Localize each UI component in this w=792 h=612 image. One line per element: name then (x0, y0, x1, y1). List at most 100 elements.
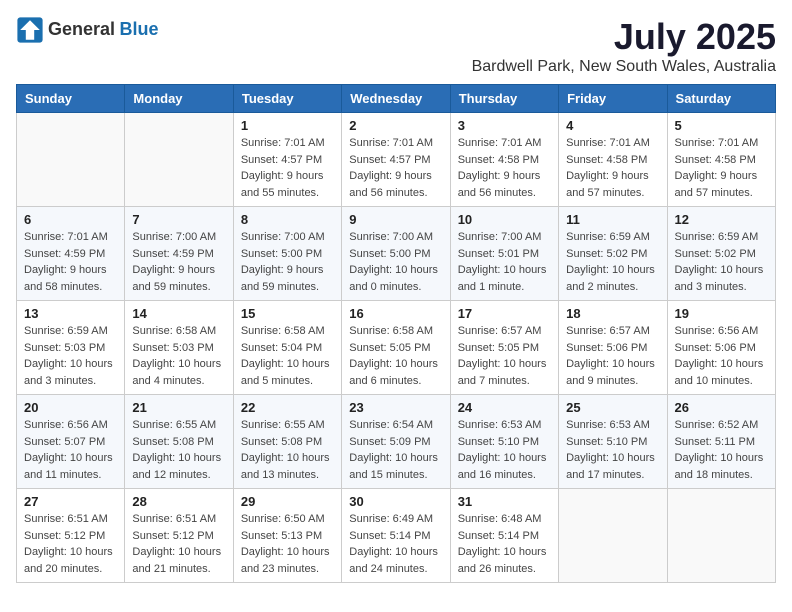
calendar-cell: 5 Sunrise: 7:01 AM Sunset: 4:58 PM Daylig… (667, 113, 775, 207)
calendar-cell: 20Sunrise: 6:56 AM Sunset: 5:07 PM Dayli… (17, 395, 125, 489)
calendar-week-row: 1 Sunrise: 7:01 AM Sunset: 4:57 PM Daylig… (17, 113, 776, 207)
day-info: Sunrise: 7:00 AM Sunset: 5:00 PM Dayligh… (241, 229, 334, 295)
calendar-cell: 4 Sunrise: 7:01 AM Sunset: 4:58 PM Daylig… (559, 113, 667, 207)
calendar-cell: 7 Sunrise: 7:00 AM Sunset: 4:59 PM Daylig… (125, 207, 233, 301)
logo: General Blue (16, 16, 159, 44)
day-number: 21 (132, 400, 225, 415)
calendar-cell: 24Sunrise: 6:53 AM Sunset: 5:10 PM Dayli… (450, 395, 558, 489)
calendar-week-row: 13 Sunrise: 6:59 AM Sunset: 5:03 PM Dayli… (17, 301, 776, 395)
day-info: Sunrise: 6:59 AM Sunset: 5:03 PM Dayligh… (24, 323, 117, 389)
day-info: Sunrise: 6:59 AM Sunset: 5:02 PM Dayligh… (566, 229, 659, 295)
day-number: 14 (132, 306, 225, 321)
calendar-cell (17, 113, 125, 207)
calendar-cell: 28Sunrise: 6:51 AM Sunset: 5:12 PM Dayli… (125, 489, 233, 583)
day-info: Sunrise: 7:01 AM Sunset: 4:58 PM Dayligh… (566, 135, 659, 201)
day-info: Sunrise: 6:57 AM Sunset: 5:05 PM Dayligh… (458, 323, 551, 389)
day-info: Sunrise: 7:01 AM Sunset: 4:57 PM Dayligh… (241, 135, 334, 201)
day-info: Sunrise: 6:56 AM Sunset: 5:07 PM Dayligh… (24, 417, 117, 483)
day-number: 6 (24, 212, 117, 227)
day-number: 25 (566, 400, 659, 415)
calendar-cell: 15Sunrise: 6:58 AM Sunset: 5:04 PM Dayli… (233, 301, 341, 395)
calendar-cell: 26Sunrise: 6:52 AM Sunset: 5:11 PM Dayli… (667, 395, 775, 489)
calendar-cell: 16Sunrise: 6:58 AM Sunset: 5:05 PM Dayli… (342, 301, 450, 395)
day-number: 18 (566, 306, 659, 321)
day-info: Sunrise: 6:54 AM Sunset: 5:09 PM Dayligh… (349, 417, 442, 483)
calendar-cell: 10 Sunrise: 7:00 AM Sunset: 5:01 PM Dayli… (450, 207, 558, 301)
calendar-week-row: 20Sunrise: 6:56 AM Sunset: 5:07 PM Dayli… (17, 395, 776, 489)
day-info: Sunrise: 7:00 AM Sunset: 4:59 PM Dayligh… (132, 229, 225, 295)
calendar-header-sunday: Sunday (17, 85, 125, 113)
day-number: 31 (458, 494, 551, 509)
calendar-header-saturday: Saturday (667, 85, 775, 113)
day-number: 24 (458, 400, 551, 415)
calendar-cell: 1 Sunrise: 7:01 AM Sunset: 4:57 PM Daylig… (233, 113, 341, 207)
calendar-table: SundayMondayTuesdayWednesdayThursdayFrid… (16, 84, 776, 583)
day-info: Sunrise: 6:50 AM Sunset: 5:13 PM Dayligh… (241, 511, 334, 577)
day-info: Sunrise: 6:52 AM Sunset: 5:11 PM Dayligh… (675, 417, 768, 483)
day-info: Sunrise: 6:58 AM Sunset: 5:03 PM Dayligh… (132, 323, 225, 389)
calendar-cell: 2 Sunrise: 7:01 AM Sunset: 4:57 PM Daylig… (342, 113, 450, 207)
day-info: Sunrise: 7:01 AM Sunset: 4:57 PM Dayligh… (349, 135, 442, 201)
page-header: General Blue July 2025 Bardwell Park, Ne… (16, 16, 776, 76)
calendar-cell: 8 Sunrise: 7:00 AM Sunset: 5:00 PM Daylig… (233, 207, 341, 301)
logo-general: General (48, 19, 115, 39)
day-number: 11 (566, 212, 659, 227)
day-info: Sunrise: 6:56 AM Sunset: 5:06 PM Dayligh… (675, 323, 768, 389)
day-number: 23 (349, 400, 442, 415)
day-number: 7 (132, 212, 225, 227)
day-number: 16 (349, 306, 442, 321)
day-number: 10 (458, 212, 551, 227)
calendar-header-wednesday: Wednesday (342, 85, 450, 113)
calendar-cell: 30 Sunrise: 6:49 AM Sunset: 5:14 PM Dayli… (342, 489, 450, 583)
day-info: Sunrise: 6:51 AM Sunset: 5:12 PM Dayligh… (24, 511, 117, 577)
day-number: 15 (241, 306, 334, 321)
day-info: Sunrise: 7:00 AM Sunset: 5:01 PM Dayligh… (458, 229, 551, 295)
day-number: 13 (24, 306, 117, 321)
day-info: Sunrise: 6:51 AM Sunset: 5:12 PM Dayligh… (132, 511, 225, 577)
day-info: Sunrise: 7:00 AM Sunset: 5:00 PM Dayligh… (349, 229, 442, 295)
day-info: Sunrise: 6:55 AM Sunset: 5:08 PM Dayligh… (241, 417, 334, 483)
calendar-cell: 6Sunrise: 7:01 AM Sunset: 4:59 PM Daylig… (17, 207, 125, 301)
calendar-cell (125, 113, 233, 207)
logo-text: General Blue (48, 20, 159, 40)
day-info: Sunrise: 6:53 AM Sunset: 5:10 PM Dayligh… (566, 417, 659, 483)
calendar-cell: 21 Sunrise: 6:55 AM Sunset: 5:08 PM Dayli… (125, 395, 233, 489)
calendar-header-tuesday: Tuesday (233, 85, 341, 113)
calendar-cell: 18 Sunrise: 6:57 AM Sunset: 5:06 PM Dayli… (559, 301, 667, 395)
day-info: Sunrise: 6:57 AM Sunset: 5:06 PM Dayligh… (566, 323, 659, 389)
calendar-cell: 14 Sunrise: 6:58 AM Sunset: 5:03 PM Dayli… (125, 301, 233, 395)
calendar-header-friday: Friday (559, 85, 667, 113)
calendar-cell: 12 Sunrise: 6:59 AM Sunset: 5:02 PM Dayli… (667, 207, 775, 301)
calendar-cell: 22Sunrise: 6:55 AM Sunset: 5:08 PM Dayli… (233, 395, 341, 489)
day-number: 8 (241, 212, 334, 227)
calendar-header-row: SundayMondayTuesdayWednesdayThursdayFrid… (17, 85, 776, 113)
calendar-header-thursday: Thursday (450, 85, 558, 113)
day-number: 3 (458, 118, 551, 133)
calendar-cell: 31 Sunrise: 6:48 AM Sunset: 5:14 PM Dayli… (450, 489, 558, 583)
location-title: Bardwell Park, New South Wales, Australi… (472, 58, 776, 76)
day-number: 30 (349, 494, 442, 509)
day-info: Sunrise: 6:49 AM Sunset: 5:14 PM Dayligh… (349, 511, 442, 577)
day-number: 29 (241, 494, 334, 509)
day-info: Sunrise: 6:59 AM Sunset: 5:02 PM Dayligh… (675, 229, 768, 295)
calendar-cell: 25 Sunrise: 6:53 AM Sunset: 5:10 PM Dayli… (559, 395, 667, 489)
logo-blue: Blue (120, 19, 159, 39)
day-info: Sunrise: 6:55 AM Sunset: 5:08 PM Dayligh… (132, 417, 225, 483)
calendar-cell (559, 489, 667, 583)
day-number: 5 (675, 118, 768, 133)
day-info: Sunrise: 6:48 AM Sunset: 5:14 PM Dayligh… (458, 511, 551, 577)
day-number: 2 (349, 118, 442, 133)
calendar-cell: 17 Sunrise: 6:57 AM Sunset: 5:05 PM Dayli… (450, 301, 558, 395)
day-number: 12 (675, 212, 768, 227)
calendar-header-monday: Monday (125, 85, 233, 113)
day-number: 1 (241, 118, 334, 133)
calendar-cell: 29 Sunrise: 6:50 AM Sunset: 5:13 PM Dayli… (233, 489, 341, 583)
day-number: 9 (349, 212, 442, 227)
calendar-week-row: 27Sunrise: 6:51 AM Sunset: 5:12 PM Dayli… (17, 489, 776, 583)
day-number: 17 (458, 306, 551, 321)
calendar-cell: 23 Sunrise: 6:54 AM Sunset: 5:09 PM Dayli… (342, 395, 450, 489)
logo-icon (16, 16, 44, 44)
day-number: 4 (566, 118, 659, 133)
day-info: Sunrise: 7:01 AM Sunset: 4:58 PM Dayligh… (675, 135, 768, 201)
calendar-week-row: 6Sunrise: 7:01 AM Sunset: 4:59 PM Daylig… (17, 207, 776, 301)
